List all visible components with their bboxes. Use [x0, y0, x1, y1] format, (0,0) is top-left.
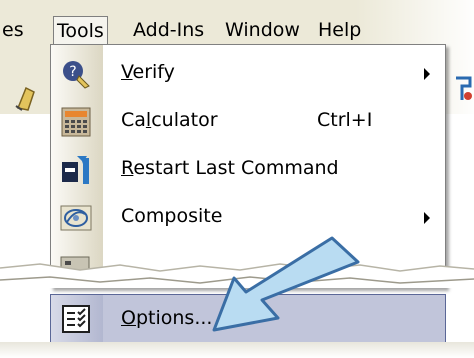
- menu-help[interactable]: Help: [318, 16, 361, 44]
- tools-dropdown-menu: ? Verify Calculator Ctrl+I Restart Last …: [50, 44, 446, 288]
- menu-item-restart-last-command[interactable]: Restart Last Command: [51, 149, 445, 191]
- calculator-icon: [61, 107, 91, 137]
- submenu-arrow-icon: [424, 68, 430, 80]
- submenu-arrow-icon: [424, 212, 430, 224]
- menu-tools[interactable]: Tools: [53, 16, 108, 45]
- menu-item-verify[interactable]: ? Verify: [51, 53, 445, 95]
- options-icon: [62, 305, 90, 333]
- menu-item-label: Calculator: [121, 109, 218, 131]
- menu-item-label: Verify: [121, 61, 175, 83]
- toolbar-right-icon[interactable]: [452, 76, 474, 104]
- menu-item-calculator[interactable]: Calculator Ctrl+I: [51, 101, 445, 143]
- restart-icon: [62, 156, 89, 184]
- left-panel-edge: [0, 60, 50, 358]
- menu-item-label: Composite: [121, 205, 223, 227]
- menu-item-composite[interactable]: Composite: [51, 197, 445, 239]
- bottom-edge: [0, 342, 474, 358]
- menu-item-label: Options...: [121, 307, 213, 329]
- shortcut-label: Ctrl+I: [317, 109, 373, 131]
- menu-item-options[interactable]: Options...: [50, 294, 446, 344]
- composite-icon: [60, 205, 92, 231]
- menu-window[interactable]: Window: [225, 16, 300, 44]
- torn-separator: [0, 263, 474, 288]
- menu-item-label: Restart Last Command: [121, 157, 339, 179]
- svg-text:?: ?: [69, 64, 76, 80]
- verify-icon: ?: [63, 61, 90, 89]
- menu-edit-partial[interactable]: es: [2, 16, 24, 44]
- menu-add-ins[interactable]: Add-Ins: [133, 16, 204, 44]
